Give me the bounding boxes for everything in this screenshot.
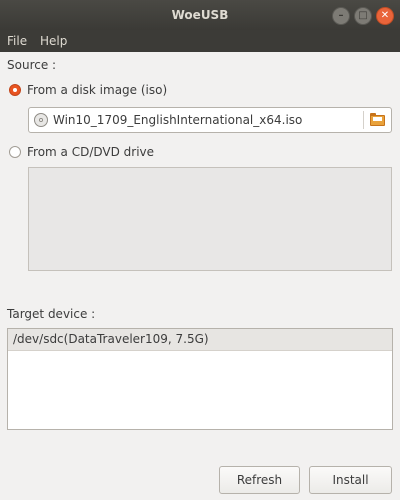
disc-icon [34, 113, 48, 127]
device-row[interactable]: /dev/sdc(DataTraveler109, 7.5G) [8, 329, 392, 351]
radio-cd-dvd-indicator[interactable] [9, 146, 21, 158]
radio-cd-dvd[interactable]: From a CD/DVD drive [9, 143, 154, 161]
source-label: Source : [7, 58, 57, 72]
install-button[interactable]: Install [309, 466, 392, 494]
menu-bar: File Help [0, 30, 400, 52]
title-bar[interactable]: WoeUSB – □ ✕ [0, 0, 400, 30]
cd-dvd-drive-list [28, 167, 392, 271]
radio-disk-image-indicator[interactable] [9, 84, 21, 96]
folder-icon[interactable] [370, 113, 385, 126]
woeusb-window: WoeUSB – □ ✕ File Help Source : From a d… [0, 0, 400, 500]
minimize-button[interactable]: – [332, 7, 350, 25]
radio-cd-dvd-label: From a CD/DVD drive [27, 145, 155, 159]
chooser-separator [363, 111, 364, 129]
target-device-label: Target device : [7, 307, 96, 321]
maximize-button[interactable]: □ [354, 7, 372, 25]
iso-file-chooser[interactable]: Win10_1709_EnglishInternational_x64.iso [28, 107, 392, 133]
target-device-list[interactable]: /dev/sdc(DataTraveler109, 7.5G) [7, 328, 393, 430]
menu-help[interactable]: Help [40, 30, 67, 52]
maximize-icon: □ [358, 10, 368, 21]
close-button[interactable]: ✕ [376, 7, 394, 25]
radio-disk-image[interactable]: From a disk image (iso) [9, 81, 167, 99]
close-icon: ✕ [380, 10, 390, 21]
window-controls: – □ ✕ [332, 7, 394, 25]
radio-disk-image-label: From a disk image (iso) [27, 83, 168, 97]
iso-file-name: Win10_1709_EnglishInternational_x64.iso [53, 113, 303, 127]
refresh-button[interactable]: Refresh [219, 466, 300, 494]
menu-file[interactable]: File [7, 30, 27, 52]
minimize-icon: – [338, 10, 344, 21]
